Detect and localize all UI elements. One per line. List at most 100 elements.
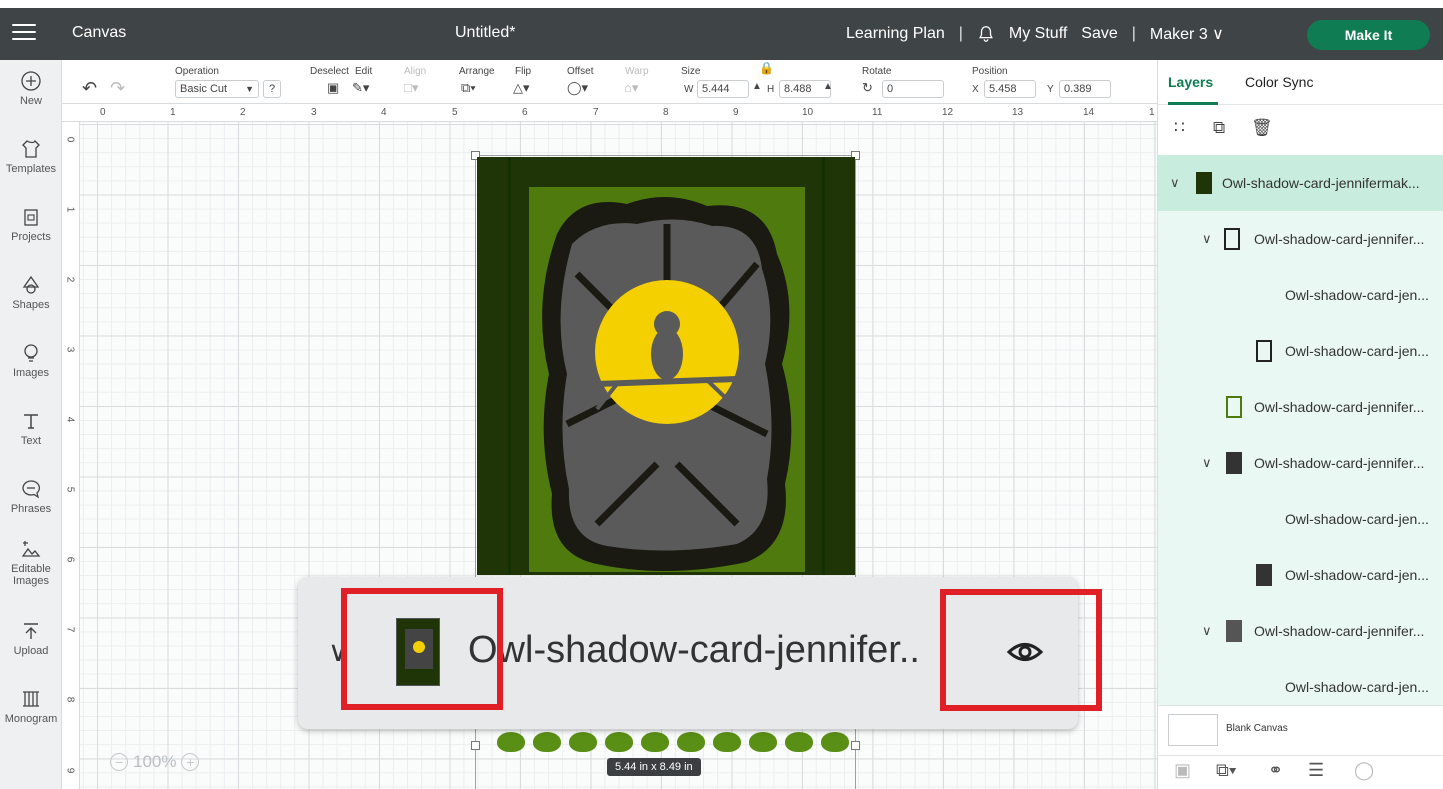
- layer-name: Owl-shadow-card-jen...: [1285, 343, 1429, 359]
- lock-icon[interactable]: 🔒: [759, 61, 774, 75]
- duplicate-icon[interactable]: ⧉: [1213, 118, 1225, 138]
- tool-templates[interactable]: Templates: [0, 138, 62, 175]
- operation-select[interactable]: Basic Cut ▼: [175, 80, 259, 98]
- resize-handle[interactable]: [851, 741, 860, 750]
- tool-images[interactable]: Images: [0, 342, 62, 379]
- ruler-number: 5: [64, 486, 76, 493]
- chevron-down-icon[interactable]: ∨: [1202, 231, 1212, 247]
- pen-icon[interactable]: ✎▾: [352, 80, 369, 96]
- zoom-out-icon[interactable]: −: [110, 753, 128, 771]
- tool-label: Projects: [11, 231, 51, 243]
- tool-label: New: [19, 95, 42, 107]
- combine-icon[interactable]: ⧉▾: [1216, 760, 1236, 781]
- width-stepper[interactable]: ▲: [752, 81, 762, 92]
- tool-monogram[interactable]: Monogram: [0, 688, 62, 725]
- layer-row[interactable]: Owl-shadow-card-jen...: [1158, 267, 1443, 323]
- y-input[interactable]: 0.389: [1059, 80, 1111, 98]
- layer-row[interactable]: ∨ Owl-shadow-card-jennifer...: [1158, 435, 1443, 491]
- monogram-icon: [23, 691, 39, 707]
- layer-row[interactable]: Owl-shadow-card-jen...: [1158, 491, 1443, 547]
- ruler-number: 3: [64, 346, 76, 353]
- save-button[interactable]: Save: [1081, 25, 1117, 43]
- tool-text[interactable]: Text: [0, 410, 62, 447]
- layer-thumbnail: [1256, 340, 1272, 362]
- tab-color-sync[interactable]: Color Sync: [1245, 74, 1313, 90]
- help-button[interactable]: ?: [263, 80, 281, 98]
- chevron-down-icon[interactable]: ∨: [1202, 623, 1212, 639]
- tool-projects[interactable]: Projects: [0, 206, 62, 243]
- redo-icon[interactable]: ↷: [110, 78, 125, 99]
- active-tab-indicator: [1168, 102, 1218, 105]
- warp-icon[interactable]: ⌂▾: [624, 80, 638, 96]
- deselect-icon[interactable]: ▣: [327, 80, 339, 96]
- layers-panel: Layers Color Sync ∷ ⧉ 🗑 ∨ Owl-shadow-car…: [1157, 60, 1443, 789]
- undo-icon[interactable]: ↶: [82, 78, 97, 99]
- panel-actions: ▣ ⧉▾ ⚭ ☰ ◯: [1158, 755, 1443, 789]
- layer-row[interactable]: Owl-shadow-card-jennifer...: [1158, 379, 1443, 435]
- tool-phrases[interactable]: Phrases: [0, 478, 62, 515]
- text-icon: [24, 414, 38, 429]
- layer-name[interactable]: Owl-shadow-card-jennifer..: [468, 629, 920, 672]
- layer-row[interactable]: ∨ Owl-shadow-card-jennifer...: [1158, 603, 1443, 659]
- ruler-number: 3: [311, 107, 317, 118]
- shapes-icon: [22, 275, 40, 294]
- ruler-number: 14: [1083, 107, 1095, 118]
- owl-artwork[interactable]: [537, 194, 797, 574]
- ruler-number: 1: [1149, 107, 1155, 118]
- x-label: X: [972, 84, 979, 95]
- offset-icon[interactable]: ◯▾: [567, 80, 588, 96]
- ruler-number: 1: [64, 206, 76, 213]
- my-stuff-link[interactable]: My Stuff: [1009, 25, 1067, 43]
- resize-handle[interactable]: [471, 741, 480, 750]
- ruler-number: 7: [593, 107, 599, 118]
- zoom-in-icon[interactable]: +: [181, 753, 200, 771]
- divider: |: [958, 25, 963, 42]
- slice-icon[interactable]: ▣: [1174, 760, 1191, 781]
- make-it-button[interactable]: Make It: [1307, 20, 1430, 50]
- rotate-input[interactable]: 0: [882, 80, 944, 98]
- tool-upload[interactable]: Upload: [0, 620, 62, 657]
- align-icon[interactable]: □▾: [404, 80, 418, 96]
- width-input[interactable]: 5.444: [697, 80, 749, 98]
- ruler-number: 0: [100, 107, 106, 118]
- layer-name: Owl-shadow-card-jennifer...: [1254, 399, 1425, 415]
- lightbulb-icon: [24, 344, 38, 362]
- flip-icon[interactable]: △▾: [513, 80, 530, 96]
- layer-row[interactable]: Owl-shadow-card-jen...: [1158, 547, 1443, 603]
- document-title[interactable]: Untitled*: [455, 24, 515, 42]
- chevron-down-icon[interactable]: ∨: [1170, 175, 1180, 191]
- learning-plan-link[interactable]: Learning Plan: [846, 25, 945, 43]
- arrange-icon[interactable]: ⧉▾: [461, 80, 476, 96]
- height-stepper[interactable]: ▲: [823, 81, 833, 92]
- contour-icon[interactable]: ◯: [1354, 760, 1374, 781]
- flatten-icon[interactable]: ☰: [1308, 760, 1324, 781]
- layer-name: Owl-shadow-card-jen...: [1285, 511, 1429, 527]
- y-value: 0.389: [1064, 83, 1092, 95]
- tool-new[interactable]: New: [0, 70, 62, 107]
- canvas-swatch[interactable]: [1168, 714, 1218, 746]
- blank-canvas-row[interactable]: Blank Canvas: [1158, 705, 1443, 755]
- attach-icon[interactable]: ⚭: [1268, 760, 1283, 781]
- layer-list: ∨ Owl-shadow-card-jennifermak... ∨ Owl-s…: [1158, 155, 1443, 765]
- bell-icon[interactable]: [977, 25, 995, 43]
- menu-icon[interactable]: [12, 24, 36, 42]
- tool-editable-images[interactable]: Editable Images: [0, 538, 62, 587]
- ruler-number: 10: [802, 107, 814, 118]
- height-value: 8.488: [784, 83, 812, 95]
- layer-row[interactable]: ∨ Owl-shadow-card-jennifermak...: [1158, 155, 1443, 211]
- layer-row[interactable]: Owl-shadow-card-jen...: [1158, 323, 1443, 379]
- ruler-number: 12: [942, 107, 954, 118]
- layer-row[interactable]: ∨ Owl-shadow-card-jennifer...: [1158, 211, 1443, 267]
- x-input[interactable]: 5.458: [984, 80, 1036, 98]
- tab-layers[interactable]: Layers: [1168, 74, 1213, 90]
- highlight-box-thumbnail: [341, 588, 503, 710]
- machine-select[interactable]: Maker 3 ∨: [1150, 24, 1224, 44]
- group-icon[interactable]: ∷: [1174, 118, 1185, 138]
- rotate-icon: ↻: [862, 80, 873, 95]
- top-bar: Canvas Untitled* Learning Plan | My Stuf…: [0, 8, 1443, 60]
- leaf-border[interactable]: [497, 732, 849, 752]
- tool-shapes[interactable]: Shapes: [0, 274, 62, 311]
- trash-icon[interactable]: 🗑: [1251, 118, 1273, 138]
- chevron-down-icon[interactable]: ∨: [1202, 455, 1212, 471]
- layer-thumbnail: [1226, 620, 1242, 642]
